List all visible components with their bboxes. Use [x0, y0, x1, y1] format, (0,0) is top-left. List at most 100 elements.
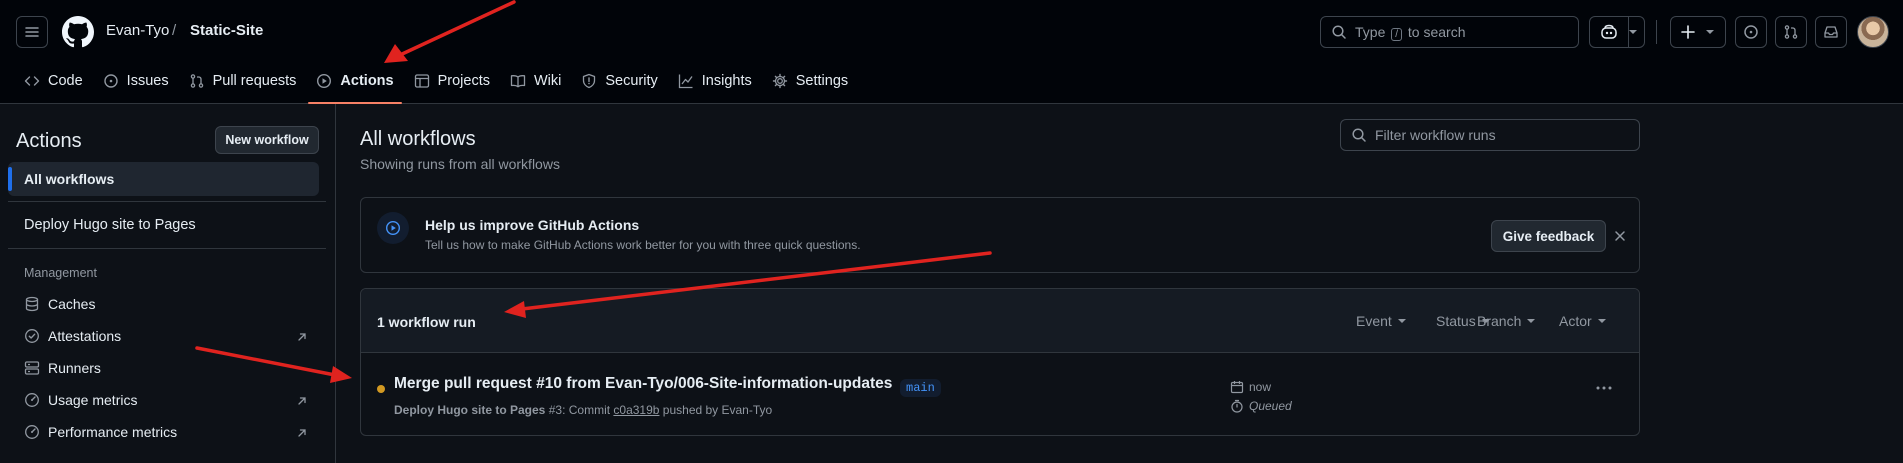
run-number: #3 [548, 403, 563, 417]
tab-label: Projects [437, 73, 490, 89]
tab-label: Security [605, 73, 658, 89]
link-external-icon [298, 333, 306, 341]
play-icon [385, 220, 401, 236]
plus-icon [1681, 25, 1695, 39]
run-meta: Deploy Hugo site to Pages #3: Commit c0a… [394, 403, 773, 417]
code-icon [24, 76, 40, 86]
filter-runs-input[interactable]: Filter workflow runs [1340, 119, 1640, 151]
run-pushed-by: pushed by Evan-Tyo [662, 403, 773, 417]
tab-label: Actions [340, 73, 394, 89]
give-feedback-button[interactable]: Give feedback [1491, 220, 1606, 252]
tab-label: Insights [701, 73, 752, 89]
copilot-chevron-down-icon[interactable] [1628, 29, 1638, 35]
avatar[interactable] [1857, 16, 1889, 48]
breadcrumb-owner[interactable]: Evan-Tyo [106, 22, 169, 39]
kebab-menu-icon[interactable] [1595, 385, 1613, 391]
search-shortcut-key: / [1391, 27, 1403, 41]
stopwatch-icon [1231, 399, 1243, 413]
issues-button[interactable] [1735, 16, 1767, 48]
banner-title: Help us improve GitHub Actions [425, 217, 640, 233]
sidebar-item-usage-metrics[interactable]: Usage metrics [24, 392, 137, 408]
play-icon [317, 73, 332, 89]
breadcrumb-repo[interactable]: Static-Site [190, 22, 263, 39]
banner-text: Tell us how to make GitHub Actions work … [425, 238, 861, 252]
search-input[interactable]: Type / to search [1320, 16, 1579, 48]
page-title: All workflows [360, 128, 476, 150]
server-icon [24, 361, 40, 375]
sidebar-item-deploy-hugo[interactable]: Deploy Hugo site to Pages [24, 217, 196, 233]
new-workflow-button[interactable]: New workflow [215, 126, 319, 154]
tab-projects[interactable]: Projects [404, 66, 500, 96]
chevron-down-icon [1397, 319, 1406, 323]
tab-issues[interactable]: Issues [93, 66, 179, 96]
table-icon [414, 74, 429, 88]
tab-insights[interactable]: Insights [668, 66, 762, 96]
sidebar-item-label: Attestations [48, 328, 122, 344]
sidebar-title: Actions [16, 130, 82, 152]
filter-placeholder: Filter workflow runs [1375, 127, 1496, 143]
search-placeholder: Type / to search [1355, 23, 1466, 41]
tab-pull-requests[interactable]: Pull requests [179, 66, 307, 96]
create-chevron-down-icon[interactable] [1705, 29, 1715, 35]
copilot-icon [1601, 24, 1617, 39]
repo-tabs: Code Issues Pull requests Actions Projec… [14, 66, 858, 104]
close-icon[interactable] [1614, 230, 1626, 242]
run-workflow-name: Deploy Hugo site to Pages [394, 403, 546, 417]
sidebar-item-all-workflows[interactable]: All workflows [8, 162, 319, 196]
menu-button[interactable] [16, 16, 48, 48]
hamburger-icon [25, 27, 39, 37]
pull-request-icon [190, 74, 203, 88]
sidebar-item-label: Runners [48, 360, 101, 376]
breadcrumb-separator: / [172, 22, 177, 39]
chevron-down-icon [1597, 319, 1606, 323]
sidebar-item-performance-metrics[interactable]: Performance metrics [24, 424, 177, 440]
gear-icon [772, 73, 787, 89]
issue-icon [103, 74, 118, 88]
page-subtitle: Showing runs from all workflows [360, 156, 560, 172]
pull-request-icon [1784, 25, 1798, 39]
tab-actions[interactable]: Actions [306, 66, 403, 104]
actions-icon-badge [377, 212, 409, 244]
branch-label[interactable]: main [900, 379, 941, 397]
tab-wiki[interactable]: Wiki [500, 66, 571, 96]
calendar-icon [1230, 381, 1244, 394]
pull-requests-button[interactable] [1775, 16, 1807, 48]
database-icon [25, 296, 39, 312]
event-filter[interactable]: Event [1356, 313, 1406, 329]
actor-filter[interactable]: Actor [1559, 313, 1606, 329]
meter-icon [25, 425, 39, 439]
workflows-main: All workflows Showing runs from all work… [337, 104, 1903, 463]
branch-select[interactable]: Branch [1476, 313, 1536, 329]
commit-sha-link[interactable]: c0a319b [613, 403, 659, 417]
run-title[interactable]: Merge pull request #10 from Evan-Tyo/006… [394, 375, 892, 393]
search-icon [1352, 128, 1366, 142]
tab-label: Issues [126, 73, 169, 89]
feedback-banner: Help us improve GitHub Actions Tell us h… [360, 197, 1640, 273]
sidebar-item-label: Usage metrics [48, 392, 138, 408]
inbox-button[interactable] [1815, 16, 1847, 48]
shield-icon [583, 73, 596, 89]
sidebar-item-runners[interactable]: Runners [24, 360, 101, 376]
runs-count: 1 workflow run [377, 314, 476, 330]
workflow-run-row[interactable]: Merge pull request #10 from Evan-Tyo/006… [361, 353, 1639, 435]
tab-label: Settings [795, 73, 849, 89]
sidebar-item-label: Caches [48, 296, 96, 312]
tab-code[interactable]: Code [14, 66, 93, 96]
search-icon [1332, 25, 1346, 39]
tab-settings[interactable]: Settings [762, 66, 858, 96]
repo-header: Evan-Tyo / Static-Site Type / to search … [0, 0, 1903, 104]
book-icon [510, 75, 526, 88]
graph-icon [678, 74, 693, 89]
github-logo[interactable] [62, 16, 94, 48]
sidebar-item-label: All workflows [24, 171, 115, 187]
inbox-icon [1824, 26, 1838, 38]
sidebar-item-attestations[interactable]: Attestations [24, 328, 121, 344]
create-new-button[interactable] [1670, 16, 1726, 48]
link-external-icon [298, 429, 306, 437]
queued-status-dot [377, 385, 385, 393]
verified-icon [25, 329, 39, 343]
sidebar-item-caches[interactable]: Caches [24, 296, 95, 312]
tab-security[interactable]: Security [571, 66, 667, 96]
tab-label: Code [48, 73, 83, 89]
sidebar-item-label: Performance metrics [48, 424, 178, 440]
